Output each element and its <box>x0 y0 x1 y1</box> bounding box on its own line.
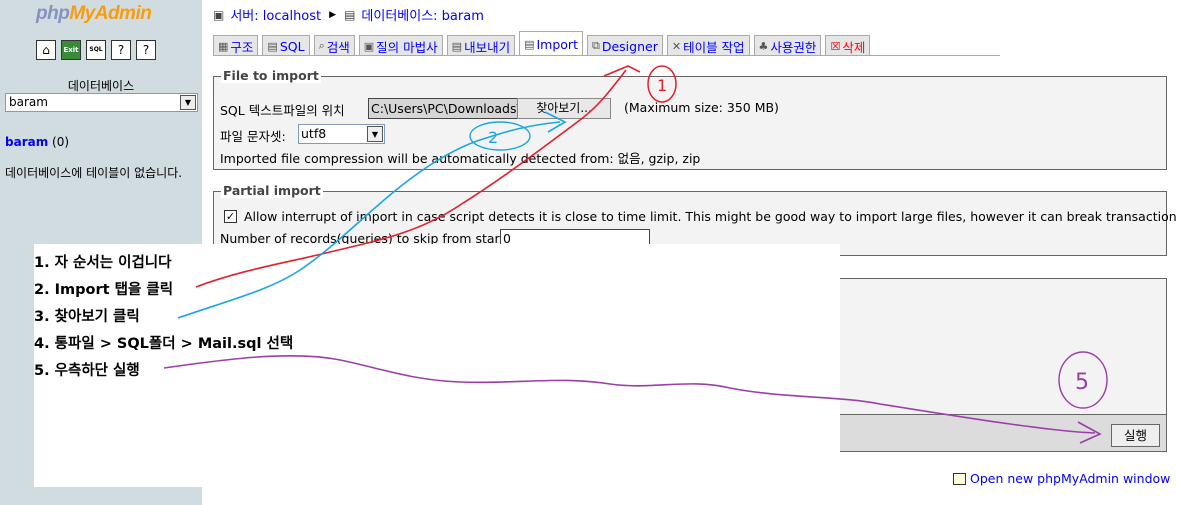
tab-structure[interactable]: ▦ 구조 <box>213 35 259 56</box>
query-icon: ▣ <box>363 39 375 53</box>
sql-tab-icon: ▤ <box>267 39 278 53</box>
database-link-name[interactable]: baram <box>5 135 48 149</box>
instruction-step-2: 2. Import 탭을 클릭 <box>34 282 174 298</box>
tab-label: 사용권한 <box>770 39 817 55</box>
tab-designer[interactable]: ⧉ Designer <box>586 35 663 56</box>
tab-sql[interactable]: ▤ SQL <box>262 35 310 56</box>
new-window-label[interactable]: Open new phpMyAdmin window <box>970 471 1170 486</box>
search-icon: ⌕ <box>318 39 325 52</box>
tab-label: 검색 <box>326 39 350 55</box>
instruction-step-3: 3. 찾아보기 클릭 <box>34 309 140 325</box>
exit-icon-label: Exit <box>63 45 79 54</box>
tab-drop[interactable]: ☒ 삭제 <box>825 35 871 56</box>
database-label: 데이터베이스 <box>67 79 135 93</box>
drop-icon: ☒ <box>830 39 841 53</box>
allow-interrupt-checkbox[interactable]: ✓ <box>224 210 237 223</box>
privileges-icon: ♣ <box>758 39 769 53</box>
operations-icon: ✕ <box>671 39 682 53</box>
tab-label: 테이블 작업 <box>683 39 745 55</box>
breadcrumb: ▣ 서버: localhost ▶ ▤ 데이터베이스: baram <box>213 5 484 25</box>
left-icon-bar: ⌂ Exit SQL ? ? <box>36 40 156 60</box>
breadcrumb-server[interactable]: 서버: localhost <box>230 5 321 24</box>
charset-label: 파일 문자셋: <box>220 129 286 144</box>
logo-my: My <box>69 3 95 24</box>
tab-search[interactable]: ⌕ 검색 <box>313 35 355 56</box>
logo-admin: Admin <box>94 3 152 24</box>
charset-value: utf8 <box>301 126 327 141</box>
designer-icon: ⧉ <box>591 39 600 52</box>
tab-operations[interactable]: ✕ 테이블 작업 <box>666 35 750 56</box>
file-path-value: C:\Users\PC\Downloads\ <box>371 101 521 116</box>
compression-note: Imported file compression will be automa… <box>220 151 701 166</box>
new-window-link[interactable]: Open new phpMyAdmin window <box>953 471 1170 486</box>
instruction-step-5: 5. 우측하단 실행 <box>34 363 140 379</box>
import-icon: ▤ <box>524 37 535 51</box>
instruction-step-4: 4. 통파일 > SQL폴더 > Mail.sql 선택 <box>34 336 294 352</box>
charset-select[interactable]: utf8 ▼ <box>298 124 385 144</box>
exit-icon[interactable]: Exit <box>61 40 81 60</box>
new-window-icon <box>953 472 966 485</box>
chevron-down-icon[interactable]: ▼ <box>180 95 196 110</box>
structure-icon: ▦ <box>218 39 229 53</box>
tab-import[interactable]: ▤ Import <box>519 31 583 56</box>
docs-icon[interactable]: ? <box>111 40 131 60</box>
instruction-step-1: 1. 자 순서는 이겁니다 <box>34 255 172 271</box>
tab-label: 질의 마법사 <box>376 39 438 55</box>
file-location-label: SQL 텍스트파일의 위치 <box>220 103 345 118</box>
red-arrowhead <box>603 65 641 77</box>
tab-bar: ▦ 구조 ▤ SQL ⌕ 검색 ▣ 질의 마법사 ▤ 내보내기 ▤ Import ⧉ Desi… <box>213 31 871 56</box>
breadcrumb-separator-icon: ▶ <box>329 9 337 20</box>
go-button[interactable]: 실행 <box>1111 424 1160 447</box>
allow-interrupt-label: Allow interrupt of import in case script… <box>244 209 1177 224</box>
logo-php: php <box>36 3 70 24</box>
no-tables-message: 데이터베이스에 테이블이 없습니다. <box>5 166 183 180</box>
database-select[interactable]: baram ▼ <box>5 93 198 112</box>
tab-export[interactable]: ▤ 내보내기 <box>446 35 516 56</box>
database-select-value: baram <box>9 95 48 109</box>
export-icon: ▤ <box>451 39 463 53</box>
partial-import-legend: Partial import <box>221 183 323 198</box>
database-link[interactable]: baram (0) <box>5 135 69 149</box>
sql-icon[interactable]: SQL <box>86 40 106 60</box>
tab-query[interactable]: ▣ 질의 마법사 <box>358 35 443 56</box>
tab-underline <box>213 55 1000 56</box>
tab-label: 구조 <box>230 39 254 55</box>
tab-privileges[interactable]: ♣ 사용권한 <box>753 35 822 56</box>
tab-label: 삭제 <box>842 39 866 55</box>
tab-label: Import <box>536 36 578 52</box>
sql-icon-label: SQL <box>89 46 103 53</box>
max-size-text: (Maximum size: 350 MB) <box>624 100 779 115</box>
tab-label: 내보내기 <box>464 39 511 55</box>
home-icon[interactable]: ⌂ <box>36 40 56 60</box>
database-icon: ▤ <box>344 7 356 22</box>
chevron-down-icon[interactable]: ▼ <box>367 126 383 142</box>
instruction-box: 1. 자 순서는 이겁니다 2. Import 탭을 클릭 3. 찾아보기 클릭… <box>34 244 840 487</box>
file-to-import-legend: File to import <box>221 68 321 83</box>
tab-label: SQL <box>279 38 305 54</box>
browse-button[interactable]: 찾아보기... <box>517 98 611 119</box>
tab-label: Designer <box>601 38 658 54</box>
breadcrumb-database[interactable]: 데이터베이스: baram <box>361 5 483 24</box>
database-table-count: (0) <box>52 135 70 149</box>
server-icon: ▣ <box>213 7 225 22</box>
file-to-import-fieldset: File to import SQL 텍스트파일의 위치 C:\Users\PC… <box>213 68 1167 170</box>
help-icon[interactable]: ? <box>136 40 156 60</box>
phpmyadmin-logo[interactable]: phpMyAdmin <box>36 3 152 25</box>
